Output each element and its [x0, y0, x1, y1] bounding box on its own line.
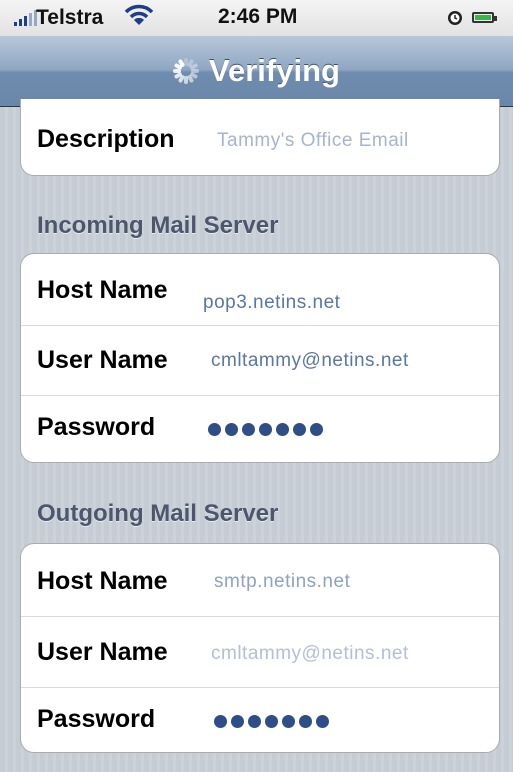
- outgoing-section-header: Outgoing Mail Server: [37, 500, 279, 527]
- outgoing-host-row[interactable]: Host Name smtp.netins.net: [21, 544, 499, 617]
- alarm-clock-icon: [448, 11, 462, 25]
- incoming-password-row[interactable]: Password: [21, 396, 499, 462]
- outgoing-user-field[interactable]: cmltammy@netins.net: [211, 643, 409, 665]
- incoming-server-group: Host Name pop3.netins.net User Name cmlt…: [20, 253, 500, 463]
- clock: 2:46 PM: [218, 5, 298, 28]
- navigation-bar: Verifying: [0, 36, 513, 107]
- description-label: Description: [37, 125, 175, 153]
- password-mask-dot: [259, 423, 272, 436]
- password-mask-dot: [225, 423, 238, 436]
- password-mask-dot: [208, 423, 221, 436]
- password-mask-dot: [242, 423, 255, 436]
- carrier-name: Telstra: [36, 6, 104, 29]
- outgoing-password-row[interactable]: Password: [21, 688, 499, 752]
- password-mask-dot: [231, 715, 244, 728]
- outgoing-server-group: Host Name smtp.netins.net User Name cmlt…: [20, 543, 500, 753]
- password-mask-dot: [299, 715, 312, 728]
- incoming-user-field[interactable]: cmltammy@netins.net: [211, 350, 409, 372]
- password-mask-dot: [276, 423, 289, 436]
- battery-level: [475, 15, 492, 20]
- password-mask-dot: [282, 715, 295, 728]
- incoming-user-row[interactable]: User Name cmltammy@netins.net: [21, 326, 499, 396]
- incoming-host-field[interactable]: pop3.netins.net: [203, 292, 340, 314]
- password-mask-dot: [316, 715, 329, 728]
- outgoing-password-field[interactable]: [214, 715, 329, 728]
- description-group: Description Tammy's Office Email: [20, 99, 500, 176]
- outgoing-user-label: User Name: [37, 638, 168, 666]
- password-mask-dot: [293, 423, 306, 436]
- outgoing-host-field[interactable]: smtp.netins.net: [214, 571, 350, 593]
- signal-strength-icon: [14, 10, 37, 26]
- outgoing-password-label: Password: [37, 705, 156, 733]
- incoming-user-label: User Name: [37, 346, 168, 374]
- incoming-password-label: Password: [37, 413, 156, 441]
- page-title: Verifying: [209, 53, 340, 88]
- incoming-host-label: Host Name: [37, 276, 168, 304]
- description-row[interactable]: Description Tammy's Office Email: [21, 99, 499, 175]
- password-mask-dot: [248, 715, 261, 728]
- incoming-section-header: Incoming Mail Server: [37, 212, 279, 239]
- wifi-icon: [124, 4, 154, 25]
- password-mask-dot: [310, 423, 323, 436]
- outgoing-host-label: Host Name: [37, 567, 168, 595]
- incoming-password-field[interactable]: [208, 423, 323, 436]
- activity-spinner-icon: [173, 58, 200, 84]
- password-mask-dot: [214, 715, 227, 728]
- description-field[interactable]: Tammy's Office Email: [217, 130, 409, 152]
- outgoing-user-row[interactable]: User Name cmltammy@netins.net: [21, 617, 499, 688]
- battery-icon: [472, 12, 497, 23]
- incoming-host-row[interactable]: Host Name pop3.netins.net: [21, 254, 499, 326]
- password-mask-dot: [265, 715, 278, 728]
- status-bar: Telstra 2:46 PM: [0, 0, 513, 36]
